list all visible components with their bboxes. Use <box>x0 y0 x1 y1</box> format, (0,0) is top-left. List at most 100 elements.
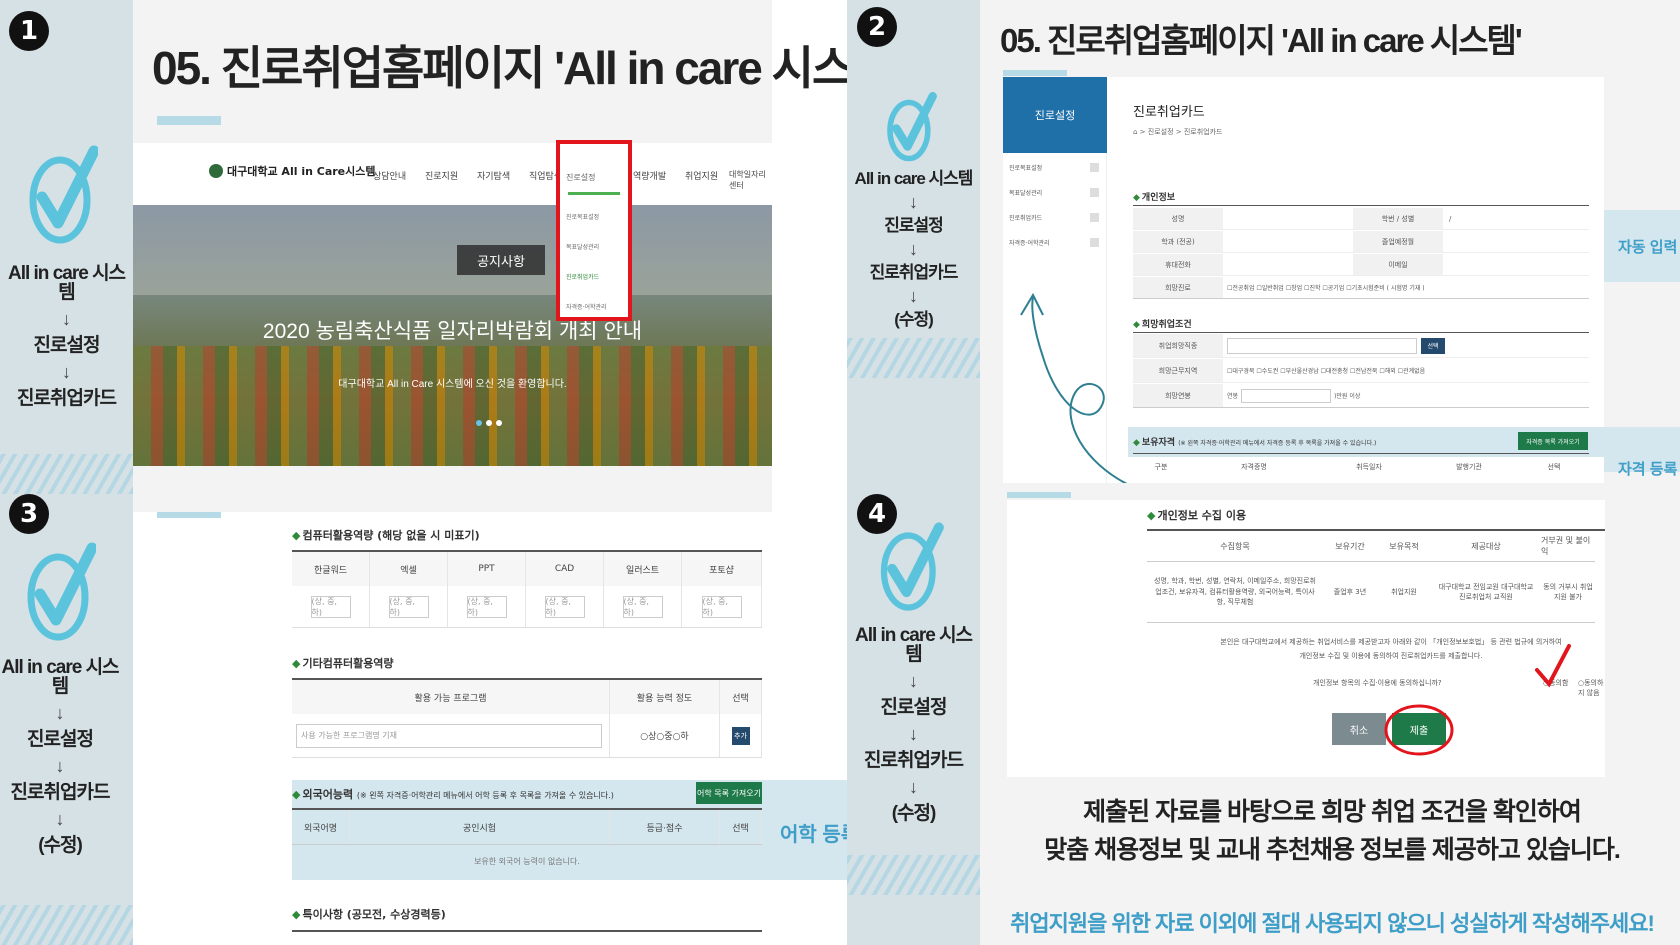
flow-step: 진로설정 <box>33 335 101 356</box>
import-cert-button[interactable]: 자격증 목록 가져오기 <box>1518 432 1588 450</box>
field-label: 학과 (전공) <box>1133 231 1223 252</box>
flow-step: 진로취업카드 <box>10 782 111 803</box>
column-header: 선택 <box>1547 463 1561 471</box>
nav-item[interactable]: 상담안내 <box>373 169 406 182</box>
column-header: 취득일자 <box>1356 463 1382 471</box>
disagree-radio[interactable]: ○동의하지 않음 <box>1578 678 1605 698</box>
column-header: 포토샵 <box>682 552 762 586</box>
flow-step: All in care 시스템 <box>854 169 974 188</box>
slide: 1 All in care 시스템 ↓ 진로설정 ↓ 진로취업카드 3 All … <box>0 0 1680 945</box>
red-check-mark-icon <box>1535 644 1571 688</box>
nav-item[interactable]: 취업지원 <box>685 169 718 182</box>
check-icon <box>27 542 96 641</box>
salary-prefix: 연봉 <box>1227 393 1239 400</box>
side-menu-item[interactable]: 진로취업카드 <box>1009 213 1099 222</box>
section-heading: ◆ 외국어능력 (※ 왼쪽 자격증·어학관리 메뉴에서 어학 등록 후 목록을 가… <box>292 788 614 801</box>
table-row: (상, 중, 하) (상, 중, 하) (상, 중, 하) (상, 중, 하) … <box>292 586 762 628</box>
table-top-border <box>1133 453 1589 454</box>
hope-checkboxes[interactable]: ☐전공취업 ☐일반취업 ☐창업 ☐진학 ☐공기업 ☐기초시험준비 ( 시험명 기… <box>1223 277 1589 298</box>
flow-step: All in care 시스템 <box>854 625 973 665</box>
pointer-arrow-icon <box>1020 292 1128 483</box>
hero-banner: 공지사항 2020 농림축산식품 일자리박람회 개최 안내 대구대학교 All … <box>133 205 772 466</box>
hatch-divider <box>847 338 980 378</box>
side-menu-item[interactable]: 목표달성관리 <box>1009 188 1099 197</box>
site-logo[interactable]: 대구대학교 All in Care시스템 <box>209 163 376 179</box>
career-card-screenshot: 진로설정 진로목표설정 목표달성관리 진로취업카드 자격증·어학관리 진로취업카… <box>1003 77 1604 483</box>
page-title: 05. 진로취업홈페이지 'All in care 시스템' <box>1000 22 1523 59</box>
carousel-dots[interactable] <box>476 420 502 426</box>
column-header: 발행기관 <box>1456 463 1482 471</box>
table-cell: 성명, 학과, 학번, 성별, 연락처, 이메일주소, 희망진로취업조건, 보유… <box>1154 577 1316 607</box>
side-menu-item[interactable]: 자격증·어학관리 <box>1009 238 1099 247</box>
section-heading: ◆ 보유자격 (※ 왼쪽 자격증·어학관리 메뉴에서 자격증 등록 후 목록을 가… <box>1133 438 1377 448</box>
import-language-button[interactable]: 어학 목록 가져오기 <box>696 782 762 804</box>
skill-input[interactable]: (상, 중, 하) <box>388 595 429 618</box>
select-button[interactable]: 선택 <box>1421 337 1445 354</box>
column-header: 한글워드 <box>292 552 370 586</box>
level-radio-group[interactable]: ○상○중○하 <box>610 714 720 757</box>
field-value: / <box>1449 214 1452 223</box>
page-heading: 진로취업카드 <box>1133 105 1205 120</box>
cancel-button[interactable]: 취소 <box>1332 713 1386 745</box>
hatch-divider <box>0 905 133 945</box>
step-number-badge: 3 <box>9 494 49 534</box>
skill-input[interactable]: (상, 중, 하) <box>466 595 507 618</box>
job-input[interactable] <box>1227 337 1417 354</box>
title-underline <box>1003 70 1067 76</box>
skill-input[interactable]: (상, 중, 하) <box>701 595 742 618</box>
dropdown-item[interactable]: 자격증·어학관리 <box>566 302 607 311</box>
notice-label[interactable]: 공지사항 <box>457 245 545 275</box>
title-underline <box>157 116 221 125</box>
dropdown-item[interactable]: 진로취업카드 <box>566 272 599 281</box>
add-button[interactable]: 추가 <box>731 726 750 745</box>
column-header: 거부권 및 불이익 <box>1541 536 1591 556</box>
salary-input[interactable] <box>1241 388 1332 403</box>
form-row: 성명 학번 / 성별 / <box>1133 208 1589 230</box>
region-checkboxes[interactable]: ☐대구경북 ☐수도권 ☐부산울산경남 ☐대전충청 ☐전남전북 ☐해외 ☐관계없음 <box>1223 359 1589 382</box>
table-header-row: 활용 가능 프로그램 활용 능력 정도 선택 <box>292 680 762 714</box>
info-message: 제출된 자료를 바탕으로 희망 취업 조건을 확인하여 <box>1083 798 1582 826</box>
nav-item[interactable]: 대학일자리센터 <box>729 169 772 191</box>
down-arrow-icon: ↓ <box>909 671 918 691</box>
title-underline <box>1007 492 1071 498</box>
section-note: (※ 왼쪽 자격증·어학관리 메뉴에서 어학 등록 후 목록을 가져올 수 있습… <box>356 791 614 800</box>
section-heading: ◆ 컴퓨터활용역량 (해당 없을 시 미표기) <box>292 529 480 542</box>
nav-item[interactable]: 자기탐색 <box>477 169 510 182</box>
skill-input[interactable]: (상, 중, 하) <box>622 595 663 618</box>
section-heading: ◆ 개인정보 수집 이용 <box>1147 509 1247 522</box>
flow-step: 진로취업카드 <box>869 263 959 282</box>
section-heading: ◆ 기타컴퓨터활용역량 <box>292 657 394 670</box>
field-label: 휴대전화 <box>1133 254 1223 275</box>
site-logo-text: 대구대학교 All in Care시스템 <box>227 165 376 178</box>
flow-step: 진로취업카드 <box>17 388 117 409</box>
dropdown-item[interactable]: 목표달성관리 <box>566 242 599 251</box>
flow-step: (수정) <box>38 835 83 856</box>
nav-item-active[interactable]: 진로설정 <box>566 172 595 183</box>
nav-item[interactable]: 역량개발 <box>633 169 666 182</box>
flow-steps: All in care 시스템 ↓ 진로설정 ↓ 진로취업카드 <box>0 264 133 408</box>
column-header: 선택 <box>720 680 762 714</box>
column-header: 엑셀 <box>370 552 448 586</box>
program-input[interactable]: 사용 가능한 프로그램명 기재 <box>296 723 602 748</box>
down-arrow-icon: ↓ <box>909 239 918 259</box>
flow-steps: All in care 시스템 ↓ 진로설정 ↓ 진로취업카드 ↓ (수정) <box>847 170 980 328</box>
flow-steps: All in care 시스템 ↓ 진로설정 ↓ 진로취업카드 ↓ (수정) <box>847 626 980 823</box>
hero-title[interactable]: 2020 농림축산식품 일자리박람회 개최 안내 <box>133 315 772 345</box>
column-header: 선택 <box>720 810 762 844</box>
skill-input[interactable]: (상, 중, 하) <box>544 595 585 618</box>
nav-item[interactable]: 진로지원 <box>425 169 458 182</box>
skill-input[interactable]: (상, 중, 하) <box>310 595 351 618</box>
table-top-border <box>292 930 762 932</box>
step-number-badge: 2 <box>857 7 897 47</box>
red-circle-mark-icon <box>1384 704 1454 756</box>
section-heading-text: 특이사항 (공모전, 수상경력등) <box>302 908 446 921</box>
dropdown-item[interactable]: 진로목표설정 <box>566 212 599 221</box>
breadcrumb[interactable]: ⌂ > 진로설정 > 진로취업카드 <box>1133 127 1222 137</box>
side-menu-item[interactable]: 진로목표설정 <box>1009 163 1099 172</box>
side-menu-banner: 진로설정 <box>1003 77 1107 153</box>
consent-question: 개인정보 항목의 수집·이용에 동의하십니까? <box>1313 679 1442 687</box>
privacy-consent-screenshot: ◆ 개인정보 수집 이용 수집항목 보유기간 보유목적 제공대상 거부권 및 불이… <box>1007 500 1605 777</box>
flow-step: 진로설정 <box>884 216 944 235</box>
table-cell: 취업지원 <box>1391 588 1417 596</box>
column-header: 등급·점수 <box>610 810 720 844</box>
